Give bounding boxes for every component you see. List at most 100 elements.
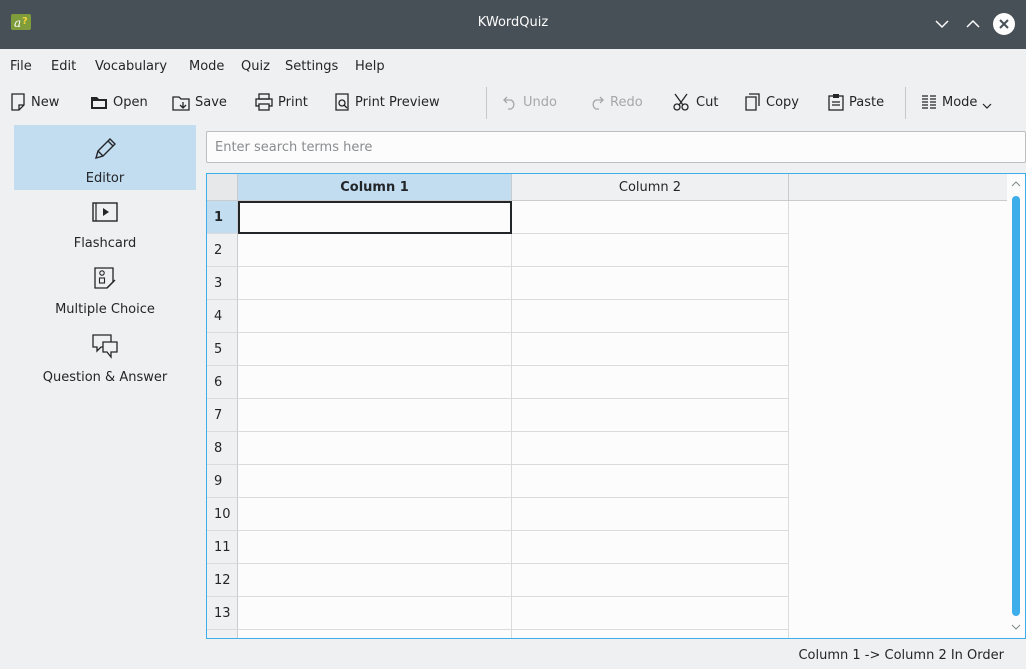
maximize-button[interactable] [962, 13, 984, 35]
flashcard-icon [92, 202, 118, 222]
paste-icon [828, 94, 844, 111]
search-input[interactable] [206, 131, 1026, 163]
table-cell-col2[interactable] [512, 531, 789, 564]
menu-edit[interactable]: Edit [51, 59, 76, 74]
row-header[interactable]: 6 [207, 366, 238, 399]
table-cell-col2[interactable] [512, 432, 789, 465]
table-cell-col1[interactable] [238, 267, 512, 300]
row-header[interactable]: 12 [207, 564, 238, 597]
table-cell-col2[interactable] [512, 300, 789, 333]
scroll-down-arrow-icon[interactable] [1011, 622, 1021, 632]
close-button[interactable] [993, 13, 1015, 35]
table-cell-col1[interactable] [238, 300, 512, 333]
scissors-icon [673, 93, 689, 111]
sidebar-item-editor[interactable]: Editor [14, 125, 196, 190]
redo-button-label: Redo [610, 94, 643, 110]
row-header[interactable]: 2 [207, 234, 238, 267]
menu-vocabulary[interactable]: Vocabulary [95, 59, 167, 74]
cut-button-label: Cut [696, 94, 719, 110]
print-preview-icon [335, 93, 349, 111]
row-header[interactable]: 5 [207, 333, 238, 366]
row-header[interactable]: 4 [207, 300, 238, 333]
row-header[interactable]: 1 [207, 201, 238, 234]
mode-button-label: Mode [942, 94, 978, 110]
new-button[interactable]: New [10, 90, 59, 114]
status-bar: Column 1 -> Column 2 In Order [0, 640, 1026, 669]
multiple-choice-icon [94, 267, 116, 289]
redo-button[interactable]: Redo [589, 90, 643, 114]
table-cell-col1[interactable] [238, 201, 512, 234]
row-header[interactable]: 8 [207, 432, 238, 465]
table-corner-button[interactable] [207, 174, 238, 201]
table-cell-col2[interactable] [512, 333, 789, 366]
menu-quiz[interactable]: Quiz [241, 59, 270, 74]
new-document-icon [11, 93, 25, 111]
print-button[interactable]: Print [255, 90, 308, 114]
table-cell-col2[interactable] [512, 267, 789, 300]
row-header[interactable]: 3 [207, 267, 238, 300]
table-cell-col2[interactable] [512, 597, 789, 630]
save-button[interactable]: Save [172, 90, 227, 114]
column-header-2[interactable]: Column 2 [512, 174, 789, 201]
table-cell-col1[interactable] [238, 432, 512, 465]
sidebar-item-multiple-choice[interactable]: Multiple Choice [14, 263, 196, 323]
status-quiz-mode-text: Column 1 -> Column 2 In Order [798, 648, 1004, 663]
table-cell-col1[interactable] [238, 465, 512, 498]
menu-file[interactable]: File [10, 59, 32, 74]
toolbar-separator [905, 87, 906, 119]
menu-mode[interactable]: Mode [189, 59, 224, 74]
copy-button[interactable]: Copy [745, 90, 799, 114]
print-preview-button[interactable]: Print Preview [334, 90, 440, 114]
mode-dropdown-button[interactable]: Mode [921, 90, 992, 114]
save-button-label: Save [195, 94, 227, 110]
undo-icon [503, 96, 515, 110]
chevron-up-icon [966, 19, 980, 28]
row-header[interactable]: 13 [207, 597, 238, 630]
table-cell-col1[interactable] [238, 234, 512, 267]
table-cell-col1[interactable] [238, 498, 512, 531]
table-cell-col1[interactable] [238, 564, 512, 597]
menu-bar: File Edit Vocabulary Mode Quiz Settings … [0, 49, 1026, 83]
table-cell-col2[interactable] [512, 366, 789, 399]
column-header-1[interactable]: Column 1 [238, 174, 512, 201]
menu-help[interactable]: Help [355, 59, 385, 74]
table-cell-col1[interactable] [238, 333, 512, 366]
vertical-scrollbar[interactable] [1009, 174, 1023, 638]
table-cell-col2[interactable] [512, 465, 789, 498]
open-button-label: Open [113, 94, 148, 110]
table-cell-col1[interactable] [238, 630, 512, 638]
table-cell-col2[interactable] [512, 498, 789, 531]
row-header[interactable]: 9 [207, 465, 238, 498]
row-header[interactable] [207, 630, 238, 638]
header-filler [789, 174, 1007, 201]
scrollbar-thumb[interactable] [1012, 196, 1020, 616]
printer-icon [255, 93, 273, 111]
minimize-button[interactable] [931, 13, 953, 35]
sidebar-item-label: Flashcard [73, 236, 137, 251]
table-cell-col2[interactable] [512, 564, 789, 597]
table-cell-col2[interactable] [512, 201, 789, 234]
table-cell-col2[interactable] [512, 234, 789, 267]
sidebar-item-label: Question & Answer [42, 370, 168, 385]
cut-button[interactable]: Cut [673, 90, 718, 114]
copy-button-label: Copy [766, 94, 799, 110]
table-cell-col2[interactable] [512, 630, 789, 638]
row-header[interactable]: 7 [207, 399, 238, 432]
scroll-up-arrow-icon[interactable] [1011, 179, 1021, 189]
sidebar-item-flashcard[interactable]: Flashcard [14, 197, 196, 257]
table-cell-col1[interactable] [238, 531, 512, 564]
row-header[interactable]: 10 [207, 498, 238, 531]
table-cell-col1[interactable] [238, 399, 512, 432]
menu-settings[interactable]: Settings [285, 59, 338, 74]
redo-icon [592, 96, 604, 110]
table-cell-col2[interactable] [512, 399, 789, 432]
undo-button[interactable]: Undo [502, 90, 557, 114]
save-icon [172, 96, 190, 111]
undo-button-label: Undo [523, 94, 557, 110]
sidebar-item-question-answer[interactable]: Question & Answer [14, 329, 196, 389]
open-button[interactable]: Open [90, 90, 148, 114]
table-cell-col1[interactable] [238, 366, 512, 399]
table-cell-col1[interactable] [238, 597, 512, 630]
row-header[interactable]: 11 [207, 531, 238, 564]
paste-button[interactable]: Paste [828, 90, 884, 114]
